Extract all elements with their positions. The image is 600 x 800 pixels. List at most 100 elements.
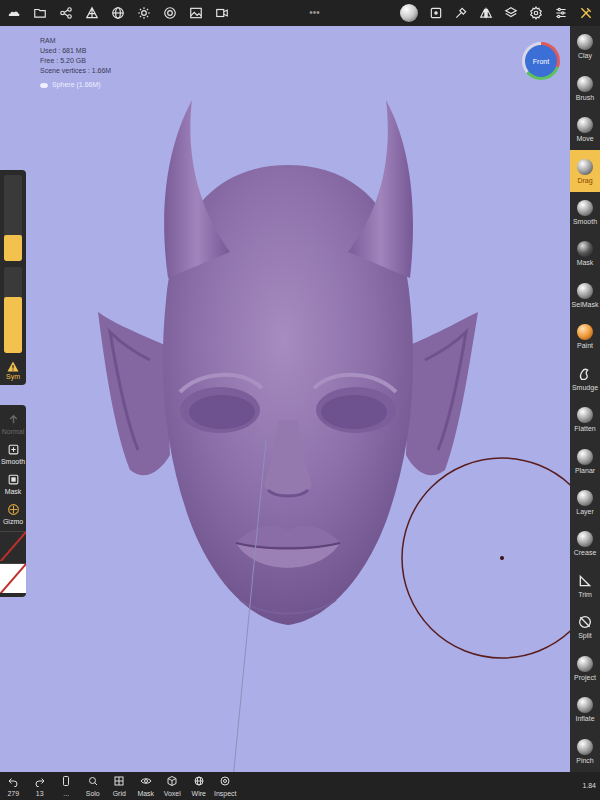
view-gizmo[interactable]: Front: [522, 42, 560, 80]
object-label: Sphere (1.66M): [52, 80, 101, 90]
tool-label: Pinch: [576, 757, 594, 764]
tool-button[interactable]: Paint: [570, 316, 600, 357]
zoom-level: 1.84: [582, 781, 596, 792]
bottom-label: ...: [63, 790, 69, 797]
view-label: Front: [533, 58, 549, 65]
tool-label: Smooth: [573, 218, 597, 225]
folder-icon[interactable]: [33, 6, 47, 20]
bottom-label: Solo: [86, 790, 100, 797]
brush-slider[interactable]: [4, 175, 22, 261]
bottom-button[interactable]: Wire: [186, 775, 213, 797]
frame-icon[interactable]: [429, 6, 443, 20]
tool-label: Inflate: [575, 715, 594, 722]
scene-info: RAMUsed : 681 MBFree : 5.20 GBScene vert…: [40, 36, 111, 90]
bottom-button[interactable]: ...: [53, 775, 80, 797]
tool-button[interactable]: Clay: [570, 26, 600, 67]
symmetry-icon[interactable]: [479, 6, 493, 20]
sphere-icon: [577, 159, 593, 175]
sphere-icon: [577, 241, 593, 257]
slider-fill: [4, 235, 22, 261]
layers-icon[interactable]: [504, 6, 518, 20]
side-tool-button[interactable]: Gizmo: [0, 499, 26, 529]
light-icon[interactable]: [137, 6, 151, 20]
tool-button[interactable]: Smooth: [570, 192, 600, 233]
bottom-button[interactable]: 279: [0, 775, 27, 797]
camera-icon[interactable]: [163, 6, 177, 20]
smudge-icon: [577, 366, 593, 382]
bottom-label: Voxel: [164, 790, 181, 797]
side-tool-label: Mask: [5, 488, 22, 495]
inspect-icon: [219, 775, 231, 787]
side-tool-button[interactable]: Smooth: [0, 439, 26, 469]
tool-button[interactable]: Project: [570, 648, 600, 689]
split-icon: [577, 614, 593, 630]
tools-icon[interactable]: [579, 6, 593, 20]
color-swatch[interactable]: [0, 531, 26, 561]
bottom-label: Inspect: [214, 790, 237, 797]
sphere-icon: [577, 76, 593, 92]
sphere-icon: [577, 656, 593, 672]
tool-button[interactable]: Move: [570, 109, 600, 150]
image-icon[interactable]: [189, 6, 203, 20]
brush-slider[interactable]: [4, 267, 22, 353]
picker-icon[interactable]: [454, 6, 468, 20]
bottom-button[interactable]: 13: [27, 775, 54, 797]
object-row[interactable]: Sphere (1.66M): [40, 80, 111, 90]
tool-label: Smudge: [572, 384, 598, 391]
tool-button[interactable]: Mask: [570, 233, 600, 274]
tool-label: Mask: [577, 259, 594, 266]
tool-button[interactable]: Trim: [570, 565, 600, 606]
viewport[interactable]: RAMUsed : 681 MBFree : 5.20 GBScene vert…: [0, 26, 570, 772]
eye-icon: [140, 775, 152, 787]
sliders-icon[interactable]: [554, 6, 568, 20]
arrow-up-icon: [7, 413, 20, 426]
bottom-button[interactable]: Voxel: [159, 775, 186, 797]
brush-panel: Sym: [0, 170, 26, 385]
device-icon: [60, 775, 72, 787]
slider-fill: [4, 297, 22, 353]
tool-button[interactable]: Split: [570, 606, 600, 647]
bottom-button[interactable]: Mask: [133, 775, 160, 797]
tool-button[interactable]: Planar: [570, 440, 600, 481]
smooth-icon: [7, 443, 20, 456]
tool-button[interactable]: Layer: [570, 482, 600, 523]
side-tool-label: Normal: [2, 428, 25, 435]
video-icon[interactable]: [215, 6, 229, 20]
info-line: Free : 5.20 GB: [40, 56, 111, 66]
color-swatch[interactable]: [0, 563, 26, 593]
tool-label: Crease: [574, 549, 597, 556]
tool-label: Project: [574, 674, 596, 681]
sculpt-figure[interactable]: [0, 26, 570, 772]
tool-label: Brush: [576, 94, 594, 101]
tool-button[interactable]: Drag: [570, 150, 600, 191]
bottom-button[interactable]: Inspect: [212, 775, 239, 797]
tool-label: Flatten: [574, 425, 595, 432]
tool-label: Trim: [578, 591, 592, 598]
topology-icon[interactable]: [85, 6, 99, 20]
symmetry-icon: [7, 361, 19, 372]
eye-icon[interactable]: [40, 83, 48, 88]
material-icon[interactable]: [400, 4, 418, 22]
side-tool-button: Normal: [0, 409, 26, 439]
side-tool-button[interactable]: Mask: [0, 469, 26, 499]
tool-button[interactable]: Pinch: [570, 730, 600, 771]
symmetry-label: Sym: [6, 373, 20, 380]
tool-label: Planar: [575, 467, 595, 474]
bottom-button[interactable]: Solo: [80, 775, 107, 797]
settings-icon[interactable]: [529, 6, 543, 20]
globe-icon[interactable]: [111, 6, 125, 20]
bottom-label: 13: [36, 790, 44, 797]
more-menu[interactable]: •••: [309, 8, 320, 18]
tool-button[interactable]: Brush: [570, 67, 600, 108]
tool-button[interactable]: Flatten: [570, 399, 600, 440]
tool-button[interactable]: Inflate: [570, 689, 600, 730]
tool-button[interactable]: SelMask: [570, 275, 600, 316]
scene-tree-icon[interactable]: [59, 6, 73, 20]
tool-label: Move: [576, 135, 593, 142]
bottom-button[interactable]: Grid: [106, 775, 133, 797]
tool-button[interactable]: Smudge: [570, 358, 600, 399]
cloud-icon[interactable]: [7, 6, 21, 20]
sphere-icon: [577, 697, 593, 713]
tool-button[interactable]: Crease: [570, 523, 600, 564]
symmetry-toggle[interactable]: Sym: [6, 361, 20, 380]
